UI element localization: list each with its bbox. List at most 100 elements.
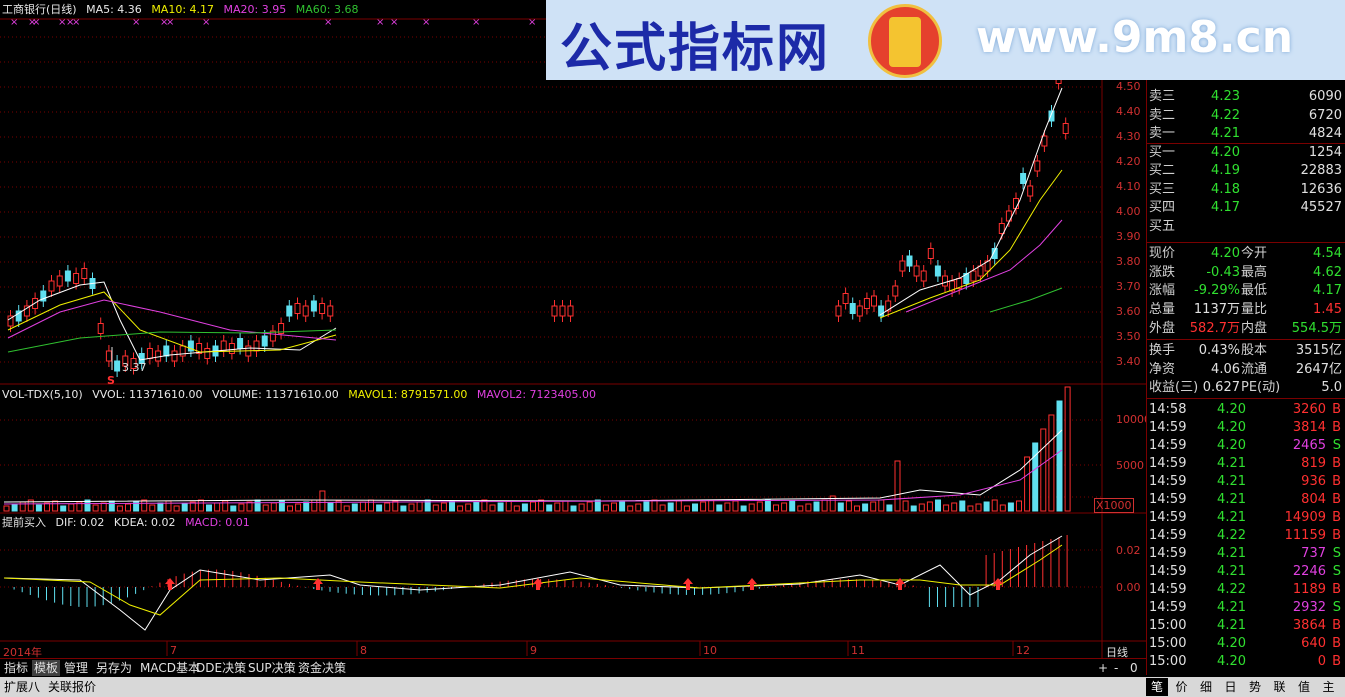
indicator-tab[interactable]: 另存为: [94, 660, 134, 676]
volume-bar: [870, 501, 877, 512]
indicator-tab[interactable]: DDE决策: [194, 660, 248, 676]
stat-label: 涨跌: [1149, 264, 1176, 280]
indicator-tab[interactable]: 资金决策: [296, 660, 348, 676]
tick-row[interactable]: 14:59 4.21 2246 S: [1147, 563, 1345, 581]
quote-view-tab[interactable]: 日: [1220, 678, 1242, 696]
tick-price: 4.22: [1217, 582, 1246, 597]
order-book-row[interactable]: 买一 4.20 1254: [1147, 144, 1345, 162]
tick-row[interactable]: 14:59 4.22 11159 B: [1147, 527, 1345, 545]
volume-bar: [546, 504, 553, 512]
candlestick: [567, 305, 574, 317]
quote-view-tab[interactable]: 笔: [1146, 678, 1168, 696]
month-label: 10: [703, 644, 717, 657]
chart-canvas[interactable]: × ×× × ×× × ×× × × × × × × ×: [0, 0, 1146, 658]
indicator-tab[interactable]: 指标: [2, 660, 30, 676]
macd-indicator-name: 提前买入: [2, 516, 46, 529]
indicator-tab[interactable]: 管理: [62, 660, 90, 676]
volume-bar: [886, 504, 893, 512]
order-book-row[interactable]: 卖一 4.21 4824: [1147, 125, 1345, 143]
candlestick: [942, 275, 948, 287]
quote-view-tab[interactable]: 势: [1244, 678, 1266, 696]
indicator-tab[interactable]: MACD基本: [138, 660, 202, 676]
order-volume: 1254: [1308, 144, 1342, 160]
volume-bar: [943, 504, 950, 512]
order-book-row[interactable]: 买三 4.18 12636: [1147, 181, 1345, 199]
stat-value: -9.29%: [1194, 283, 1240, 299]
kline-legend: 工商银行(日线) MA5: 4.36 MA10: 4.17 MA20: 3.95…: [2, 3, 364, 17]
volume-bar: [238, 503, 245, 512]
quote-view-tab[interactable]: 联: [1269, 678, 1291, 696]
tick-row[interactable]: 14:59 4.20 3814 B: [1147, 419, 1345, 437]
tick-row[interactable]: 14:59 4.20 2465 S: [1147, 437, 1345, 455]
stat-value: 1.45: [1313, 302, 1342, 318]
volume-bar: [530, 501, 536, 512]
order-book-row[interactable]: 买二 4.19 22883: [1147, 162, 1345, 180]
tab-control-button[interactable]: +: [1096, 660, 1110, 676]
tick-row[interactable]: 15:00 4.21 3864 B: [1147, 617, 1345, 635]
tab-control-button[interactable]: 0: [1128, 660, 1140, 676]
fund-label: 收益(三): [1149, 380, 1199, 395]
order-level-label: 买五: [1149, 218, 1176, 234]
candlestick: [204, 348, 211, 359]
order-book-row[interactable]: 买五: [1147, 218, 1345, 236]
candlestick: [1062, 123, 1069, 134]
tick-price: 4.21: [1217, 546, 1246, 561]
order-book-row[interactable]: 卖二 4.22 6720: [1147, 107, 1345, 125]
volume-bar: [327, 502, 334, 512]
signal-marker: ×: [132, 17, 140, 28]
volume-bar: [821, 499, 828, 512]
volume-bar: [983, 501, 990, 512]
candlestick: [899, 260, 906, 272]
volume-bar: [667, 502, 674, 512]
volume-bar: [554, 502, 561, 512]
volume-bar: [845, 500, 852, 512]
fund-value: 5.0: [1321, 380, 1342, 395]
stat-label: 最低: [1241, 283, 1268, 299]
status-tab[interactable]: 关联报价: [48, 679, 96, 695]
volume-bar: [416, 501, 423, 512]
tick-price: 4.20: [1217, 654, 1246, 669]
stat-value: 4.62: [1313, 264, 1342, 280]
tick-row[interactable]: 14:59 4.21 737 S: [1147, 545, 1345, 563]
quote-view-tab[interactable]: 主: [1318, 678, 1340, 696]
quote-view-tab[interactable]: 价: [1171, 678, 1193, 696]
volume-bar: [376, 504, 383, 512]
signal-marker: ×: [166, 17, 174, 28]
tick-row[interactable]: 14:59 4.21 804 B: [1147, 491, 1345, 509]
volume-bar: [246, 501, 253, 512]
tick-row[interactable]: 14:59 4.21 936 B: [1147, 473, 1345, 491]
order-level-label: 卖二: [1149, 107, 1176, 123]
stats-row: 涨跌 -0.43 最高 4.62: [1147, 264, 1345, 282]
mavol2-value: MAVOL2: 7123405.00: [476, 388, 597, 401]
order-book-row[interactable]: 买四 4.17 45527: [1147, 199, 1345, 217]
tick-time: 14:59: [1149, 492, 1187, 507]
candlestick: [163, 345, 170, 357]
tick-row[interactable]: 15:00 4.20 0 B: [1147, 653, 1345, 671]
quote-view-tab[interactable]: 值: [1293, 678, 1315, 696]
stat-label: 总量: [1149, 302, 1176, 318]
candlestick: [171, 350, 178, 362]
tick-row[interactable]: 14:59 4.21 14909 B: [1147, 509, 1345, 527]
volume-bar: [773, 504, 779, 512]
candlestick: [105, 350, 112, 362]
volume-tick-label: 5000: [1116, 459, 1144, 472]
candlestick: [934, 265, 941, 277]
stat-label: 内盘: [1241, 320, 1268, 336]
volume-bar: [562, 500, 569, 512]
price-tick-label: 3.90: [1116, 230, 1141, 243]
tick-row[interactable]: 14:59 4.22 1189 B: [1147, 581, 1345, 599]
tick-row[interactable]: 15:00 4.20 640 B: [1147, 635, 1345, 653]
quote-view-tab[interactable]: 细: [1195, 678, 1217, 696]
volume-bar: [100, 502, 107, 512]
indicator-tab[interactable]: 模板: [32, 660, 61, 676]
tab-control-button[interactable]: -: [1112, 660, 1120, 676]
tick-row[interactable]: 14:59 4.21 819 B: [1147, 455, 1345, 473]
tick-row[interactable]: 14:58 4.20 3260 B: [1147, 401, 1345, 419]
order-price: 4.20: [1211, 144, 1240, 160]
candlestick: [56, 275, 63, 287]
tick-row[interactable]: 14:59 4.21 2932 S: [1147, 599, 1345, 617]
order-book-row[interactable]: 卖三 4.23 6090: [1147, 88, 1345, 106]
indicator-tab[interactable]: SUP决策: [246, 660, 298, 676]
status-tab[interactable]: 扩展八: [4, 679, 40, 695]
tick-time: 14:59: [1149, 420, 1187, 435]
